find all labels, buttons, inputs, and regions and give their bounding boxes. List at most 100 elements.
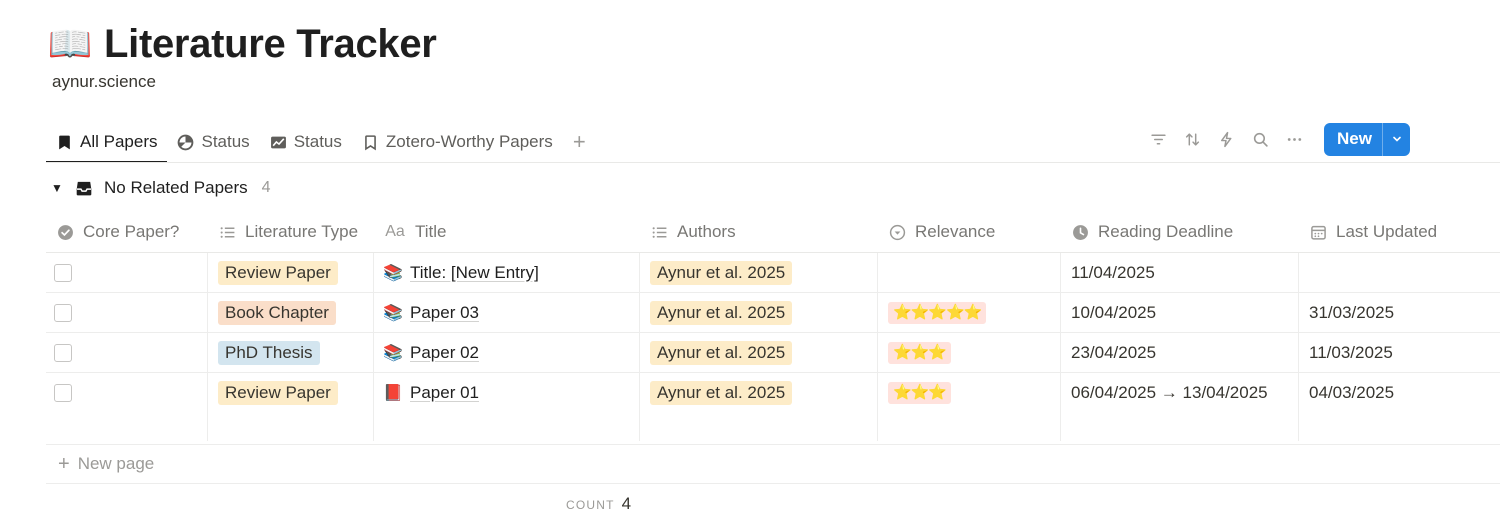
title-cell[interactable]: 📚 Paper 03 <box>374 293 640 332</box>
text-aa-icon: Aa <box>385 223 405 240</box>
open-book-icon[interactable]: 📖 <box>48 20 93 68</box>
add-view-button[interactable]: + <box>563 122 596 162</box>
column-header-core-paper[interactable]: Core Paper? <box>46 212 208 252</box>
table-row[interactable]: Review Paper 📕 Paper 01 Aynur et al. 202… <box>46 373 1500 413</box>
books-icon: 📚 <box>383 344 403 362</box>
reading-deadline-cell[interactable]: 06/04/2025 → 13/04/2025 <box>1061 373 1299 413</box>
core-paper-cell <box>46 293 208 332</box>
reading-deadline-cell[interactable]: 10/04/2025 <box>1061 293 1299 332</box>
group-count: 4 <box>261 179 271 196</box>
sort-icon[interactable] <box>1180 127 1204 151</box>
literature-type-tag: Review Paper <box>218 260 338 285</box>
triangle-down-icon[interactable]: ▼ <box>50 181 64 195</box>
relevance-cell[interactable] <box>878 253 1061 292</box>
papers-table: Core Paper? Literature Type Aa Title Aut… <box>46 212 1500 441</box>
column-header-title[interactable]: Aa Title <box>374 212 640 252</box>
count-summary[interactable]: COUNT 4 <box>566 494 631 514</box>
tab-label: All Papers <box>80 132 158 151</box>
column-label: Literature Type <box>245 222 359 241</box>
chevron-down-icon[interactable] <box>1382 122 1410 156</box>
relevance-cell[interactable]: ⭐⭐⭐⭐⭐ <box>878 293 1061 332</box>
new-button[interactable]: New <box>1324 123 1382 156</box>
relevance-cell[interactable]: ⭐⭐⭐ <box>878 373 1061 413</box>
view-toolbar: New <box>1146 122 1410 156</box>
reading-deadline-cell[interactable]: 23/04/2025 <box>1061 333 1299 372</box>
literature-type-cell[interactable]: Review Paper <box>208 373 374 413</box>
clock-icon <box>1071 223 1089 241</box>
count-value: 4 <box>621 494 632 513</box>
page-title[interactable]: Literature Tracker <box>104 20 437 68</box>
tab-label: Zotero-Worthy Papers <box>385 132 553 151</box>
column-header-authors[interactable]: Authors <box>640 212 878 252</box>
new-page-label: New page <box>77 454 155 473</box>
table-row[interactable]: Review Paper 📚 Title: [New Entry] Aynur … <box>46 253 1500 293</box>
relevance-stars-tag: ⭐⭐⭐ <box>888 341 952 364</box>
core-paper-checkbox[interactable] <box>54 384 72 402</box>
column-header-literature-type[interactable]: Literature Type <box>208 212 374 252</box>
column-label: Core Paper? <box>83 222 180 241</box>
paper-title-link[interactable]: Paper 03 <box>410 303 479 323</box>
core-paper-checkbox[interactable] <box>54 343 72 362</box>
column-label: Title <box>415 222 447 241</box>
relevance-stars-tag: ⭐⭐⭐ <box>888 382 952 404</box>
plus-icon: + <box>58 453 70 475</box>
group-label[interactable]: No Related Papers <box>104 178 248 198</box>
search-icon[interactable] <box>1248 127 1272 151</box>
tab-all-papers[interactable]: All Papers <box>46 122 168 163</box>
tab-status-chart[interactable]: Status <box>260 122 352 162</box>
table-filler <box>46 413 1500 441</box>
literature-type-cell[interactable]: PhD Thesis <box>208 333 374 372</box>
last-updated-cell[interactable] <box>1299 253 1500 292</box>
new-button-group: New <box>1324 122 1410 156</box>
author-tag: Aynur et al. 2025 <box>650 260 793 285</box>
title-cell[interactable]: 📚 Paper 02 <box>374 333 640 372</box>
literature-type-tag: Book Chapter <box>218 300 336 325</box>
tabs-divider <box>46 162 1500 163</box>
filter-icon[interactable] <box>1146 127 1170 151</box>
paper-title-link[interactable]: Title: [New Entry] <box>410 263 539 283</box>
new-page-button[interactable]: + New page <box>46 444 1500 484</box>
core-paper-cell <box>46 373 208 413</box>
tab-status-pie[interactable]: Status <box>167 122 259 162</box>
last-updated-cell[interactable]: 31/03/2025 <box>1299 293 1500 332</box>
automation-bolt-icon[interactable] <box>1214 127 1238 151</box>
books-icon: 📚 <box>383 264 403 282</box>
column-header-last-updated[interactable]: Last Updated <box>1299 212 1500 252</box>
filler-cell <box>1061 413 1299 441</box>
page-subtitle: aynur.science <box>52 72 156 91</box>
last-updated-cell[interactable]: 11/03/2025 <box>1299 333 1500 372</box>
column-header-reading-deadline[interactable]: Reading Deadline <box>1061 212 1299 252</box>
tab-label: Status <box>201 132 250 151</box>
calendar-icon <box>1309 223 1327 241</box>
authors-cell[interactable]: Aynur et al. 2025 <box>640 293 878 332</box>
more-icon[interactable] <box>1282 127 1306 151</box>
authors-cell[interactable]: Aynur et al. 2025 <box>640 373 878 413</box>
literature-type-cell[interactable]: Book Chapter <box>208 293 374 332</box>
list-icon <box>650 223 668 241</box>
literature-type-tag: PhD Thesis <box>218 340 320 365</box>
page-header: 📖 Literature Tracker <box>48 20 437 68</box>
title-cell[interactable]: 📕 Paper 01 <box>374 373 640 413</box>
paper-title-link[interactable]: Paper 01 <box>410 383 479 403</box>
relevance-stars-tag: ⭐⭐⭐⭐⭐ <box>888 301 987 324</box>
reading-deadline-cell[interactable]: 11/04/2025 <box>1061 253 1299 292</box>
filler-cell <box>878 413 1061 441</box>
tab-zotero-worthy[interactable]: Zotero-Worthy Papers <box>352 122 563 162</box>
last-updated-cell[interactable]: 04/03/2025 <box>1299 373 1500 413</box>
authors-cell[interactable]: Aynur et al. 2025 <box>640 333 878 372</box>
column-label: Reading Deadline <box>1098 222 1234 241</box>
authors-cell[interactable]: Aynur et al. 2025 <box>640 253 878 292</box>
core-paper-checkbox[interactable] <box>54 263 72 282</box>
title-cell[interactable]: 📚 Title: [New Entry] <box>374 253 640 292</box>
tab-label: Status <box>293 132 342 151</box>
column-label: Relevance <box>915 222 996 241</box>
table-row[interactable]: Book Chapter 📚 Paper 03 Aynur et al. 202… <box>46 293 1500 333</box>
author-tag: Aynur et al. 2025 <box>650 340 793 365</box>
relevance-cell[interactable]: ⭐⭐⭐ <box>878 333 1061 372</box>
column-header-relevance[interactable]: Relevance <box>878 212 1061 252</box>
core-paper-checkbox[interactable] <box>54 303 72 322</box>
literature-type-cell[interactable]: Review Paper <box>208 253 374 292</box>
table-row[interactable]: PhD Thesis 📚 Paper 02 Aynur et al. 2025 … <box>46 333 1500 373</box>
author-tag: Aynur et al. 2025 <box>650 381 793 405</box>
paper-title-link[interactable]: Paper 02 <box>410 343 479 363</box>
